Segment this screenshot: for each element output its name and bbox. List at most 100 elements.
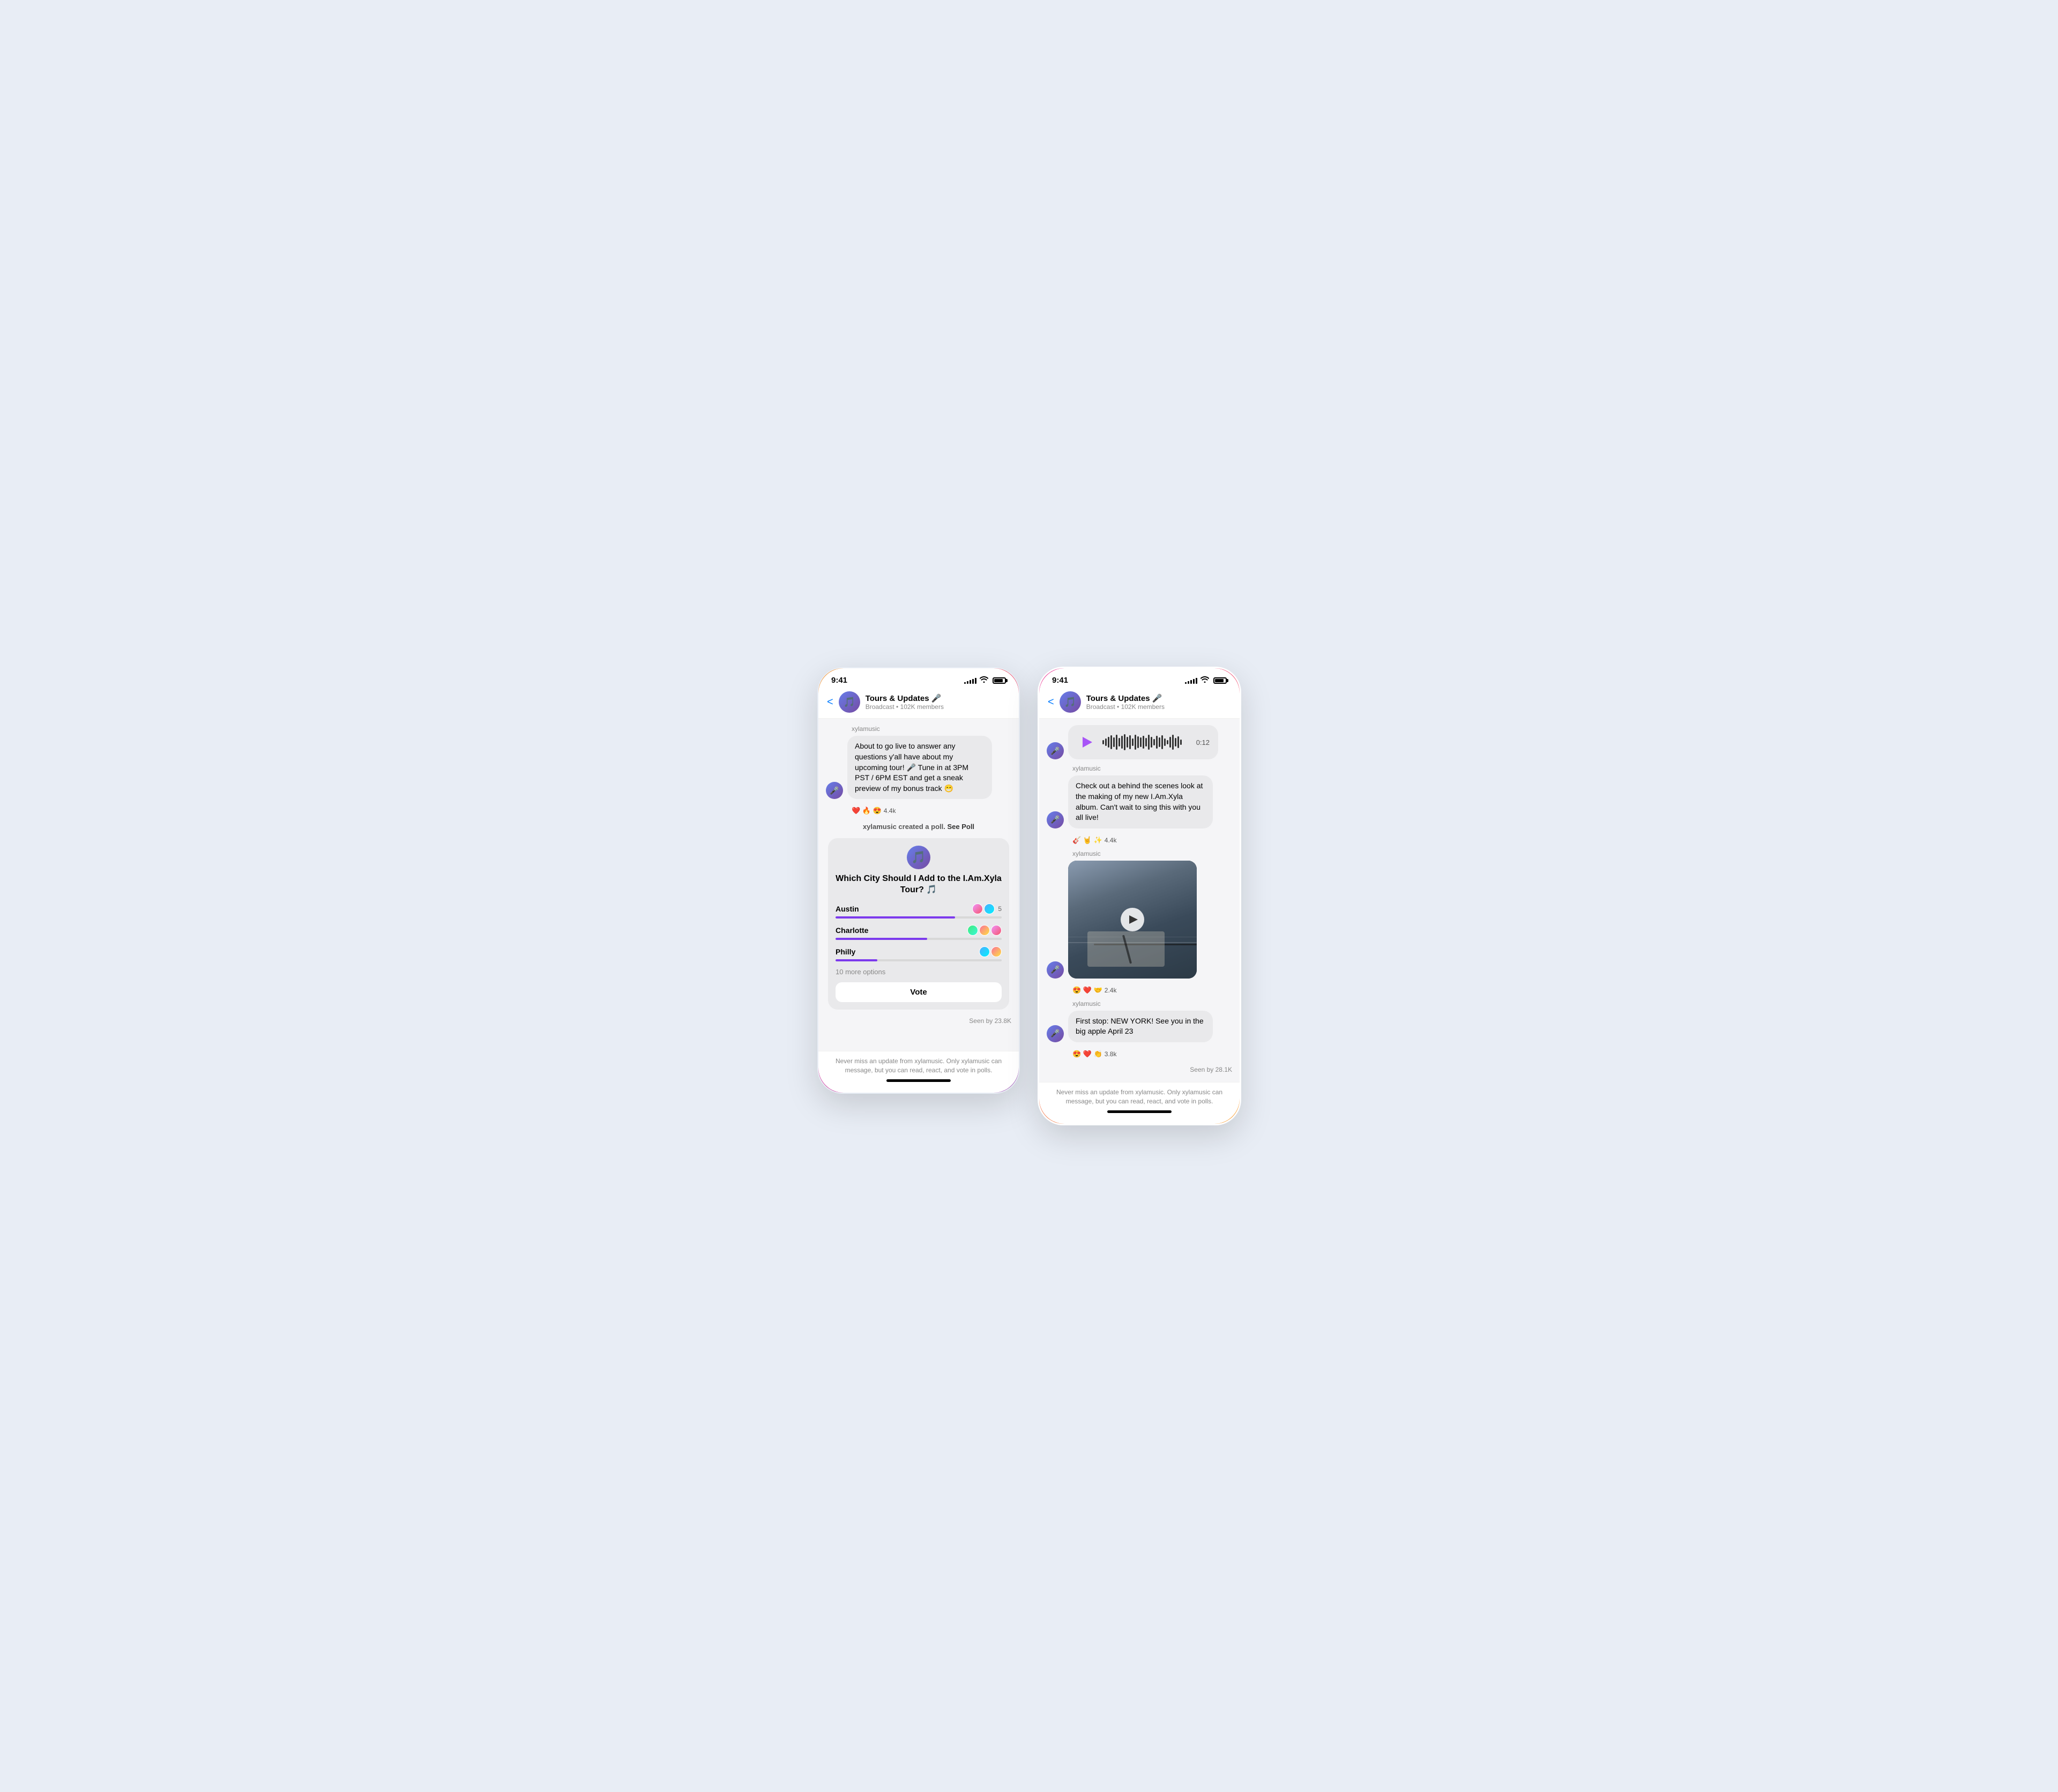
reactions-2[interactable]: 🎸 🤘 ✨ 4.4k <box>1072 836 1232 845</box>
sender-label-1: xylamusic <box>852 725 1011 733</box>
channel-avatar-right: 🎵 <box>1060 691 1081 713</box>
poll-bar-bg-philly <box>836 959 1002 961</box>
message-bubble-1: About to go live to answer any questions… <box>847 736 992 799</box>
video-play-button[interactable] <box>1121 908 1144 931</box>
time-right: 9:41 <box>1052 676 1068 685</box>
reaction-emoji-3: 😍 ❤️ 👏 <box>1072 1050 1102 1058</box>
reactions-count-1: 4.4k <box>884 807 896 815</box>
chat-header-right[interactable]: < 🎵 Tours & Updates 🎤 Broadcast • 102K m… <box>1039 687 1240 719</box>
reactions-count-3: 3.8k <box>1105 1050 1117 1058</box>
seen-label-left: Seen by 23.8K <box>826 1015 1011 1027</box>
msg-avatar-3: 🎤 <box>1047 1025 1064 1042</box>
status-icons-right <box>1185 676 1227 684</box>
sender-label-video: xylamusic <box>1072 850 1232 857</box>
wifi-icon-right <box>1200 676 1209 684</box>
poll-option-charlotte[interactable]: Charlotte <box>836 925 1002 940</box>
video-placeholder <box>1068 861 1197 979</box>
footer-text-left: Never miss an update from xylamusic. Onl… <box>836 1057 1002 1074</box>
poll-notification-prefix: xylamusic created a poll. <box>863 823 945 831</box>
reaction-emoji-1: ❤️ 🔥 😍 <box>852 807 882 815</box>
voter-avatar-6 <box>979 946 990 957</box>
phone-right-inner: 9:41 <box>1039 668 1240 1123</box>
reactions-video[interactable]: 😍 ❤️ 🤝 2.4k <box>1072 986 1232 995</box>
poll-option-name-philly: Philly <box>836 947 855 956</box>
footer-text-right: Never miss an update from xylamusic. Onl… <box>1056 1088 1222 1105</box>
poll-option-name-austin: Austin <box>836 905 859 913</box>
seen-label-right: Seen by 28.1K <box>1047 1064 1232 1076</box>
channel-avatar-left: 🎵 <box>839 691 860 713</box>
message-bubble-3: First stop: NEW YORK! See you in the big… <box>1068 1011 1213 1042</box>
message-row-3: 🎤 First stop: NEW YORK! See you in the b… <box>1047 1011 1232 1042</box>
voter-avatar-2 <box>984 904 995 914</box>
poll-option-avatars-austin: 5 <box>972 904 1002 914</box>
chat-area-right: 🎤 <box>1039 719 1240 1082</box>
audio-bubble[interactable]: 0:12 <box>1068 725 1218 759</box>
reaction-emoji-video: 😍 ❤️ 🤝 <box>1072 986 1102 995</box>
back-button-right[interactable]: < <box>1048 696 1054 708</box>
message-row-1: 🎤 About to go live to answer any questio… <box>826 736 1011 799</box>
poll-option-austin[interactable]: Austin 5 <box>836 904 1002 919</box>
voter-avatar-3 <box>967 925 978 936</box>
poll-bar-bg-charlotte <box>836 938 1002 940</box>
see-poll-link[interactable]: See Poll <box>947 823 974 831</box>
chat-area-left: xylamusic 🎤 About to go live to answer a… <box>818 719 1019 1051</box>
poll-bar-fill-charlotte <box>836 938 927 940</box>
header-info-right: Tours & Updates 🎤 Broadcast • 102K membe… <box>1086 693 1231 711</box>
battery-icon-left <box>993 677 1006 684</box>
voter-avatar-5 <box>991 925 1002 936</box>
message-row-2: 🎤 Check out a behind the scenes look at … <box>1047 775 1232 828</box>
reactions-count-2: 4.4k <box>1105 837 1117 844</box>
message-row-video: 🎤 <box>1047 861 1232 979</box>
signal-icon-left <box>964 677 976 684</box>
poll-title: Which City Should I Add to the I.Am.Xyla… <box>836 873 1002 896</box>
poll-avatar: 🎵 <box>907 846 930 869</box>
audio-duration: 0:12 <box>1196 738 1210 746</box>
reaction-emoji-2: 🎸 🤘 ✨ <box>1072 836 1102 845</box>
poll-card: 🎵 Which City Should I Add to the I.Am.Xy… <box>828 838 1009 1010</box>
msg-avatar-video: 🎤 <box>1047 961 1064 979</box>
chat-header-left[interactable]: < 🎵 Tours & Updates 🎤 Broadcast • 102K m… <box>818 687 1019 719</box>
poll-notification: xylamusic created a poll. See Poll <box>826 820 1011 833</box>
wifi-icon-left <box>980 676 988 684</box>
play-triangle-icon <box>1083 737 1092 748</box>
phones-container: 9:41 <box>817 667 1241 1125</box>
msg-avatar-1: 🎤 <box>826 782 843 799</box>
voter-avatar-1 <box>972 904 983 914</box>
phone-right: 9:41 <box>1038 667 1241 1125</box>
play-circle-triangle-icon <box>1129 915 1138 924</box>
poll-option-name-charlotte: Charlotte <box>836 926 868 935</box>
poll-more: 10 more options <box>836 968 1002 976</box>
battery-icon-right <box>1213 677 1227 684</box>
voter-avatar-7 <box>991 946 1002 957</box>
waveform <box>1102 734 1190 751</box>
poll-option-avatars-philly <box>979 946 1002 957</box>
time-left: 9:41 <box>831 676 847 685</box>
voter-avatar-4 <box>979 925 990 936</box>
channel-sub-left: Broadcast • 102K members <box>866 703 1010 711</box>
status-bar-left: 9:41 <box>818 668 1019 687</box>
poll-option-philly[interactable]: Philly <box>836 946 1002 961</box>
poll-bar-fill-austin <box>836 916 955 919</box>
reactions-1[interactable]: ❤️ 🔥 😍 4.4k <box>852 807 1011 815</box>
vote-button[interactable]: Vote <box>836 982 1002 1002</box>
video-bubble[interactable] <box>1068 861 1197 979</box>
reactions-count-video: 2.4k <box>1105 987 1117 994</box>
message-bubble-2: Check out a behind the scenes look at th… <box>1068 775 1213 828</box>
message-row-audio: 🎤 <box>1047 725 1232 759</box>
channel-name-right: Tours & Updates 🎤 <box>1086 693 1231 703</box>
sender-label-2: xylamusic <box>1072 765 1232 772</box>
phone-left-inner: 9:41 <box>818 668 1019 1093</box>
status-bar-right: 9:41 <box>1039 668 1240 687</box>
play-button[interactable] <box>1077 733 1096 752</box>
msg-avatar-audio: 🎤 <box>1047 742 1064 759</box>
header-info-left: Tours & Updates 🎤 Broadcast • 102K membe… <box>866 693 1010 711</box>
status-icons-left <box>964 676 1006 684</box>
reactions-3[interactable]: 😍 ❤️ 👏 3.8k <box>1072 1050 1232 1058</box>
home-indicator-right <box>1107 1110 1172 1113</box>
poll-option-avatars-charlotte <box>967 925 1002 936</box>
chat-footer-left: Never miss an update from xylamusic. Onl… <box>818 1051 1019 1093</box>
poll-bar-bg-austin <box>836 916 1002 919</box>
back-button-left[interactable]: < <box>827 696 833 708</box>
channel-name-left: Tours & Updates 🎤 <box>866 693 1010 703</box>
signal-icon-right <box>1185 677 1197 684</box>
